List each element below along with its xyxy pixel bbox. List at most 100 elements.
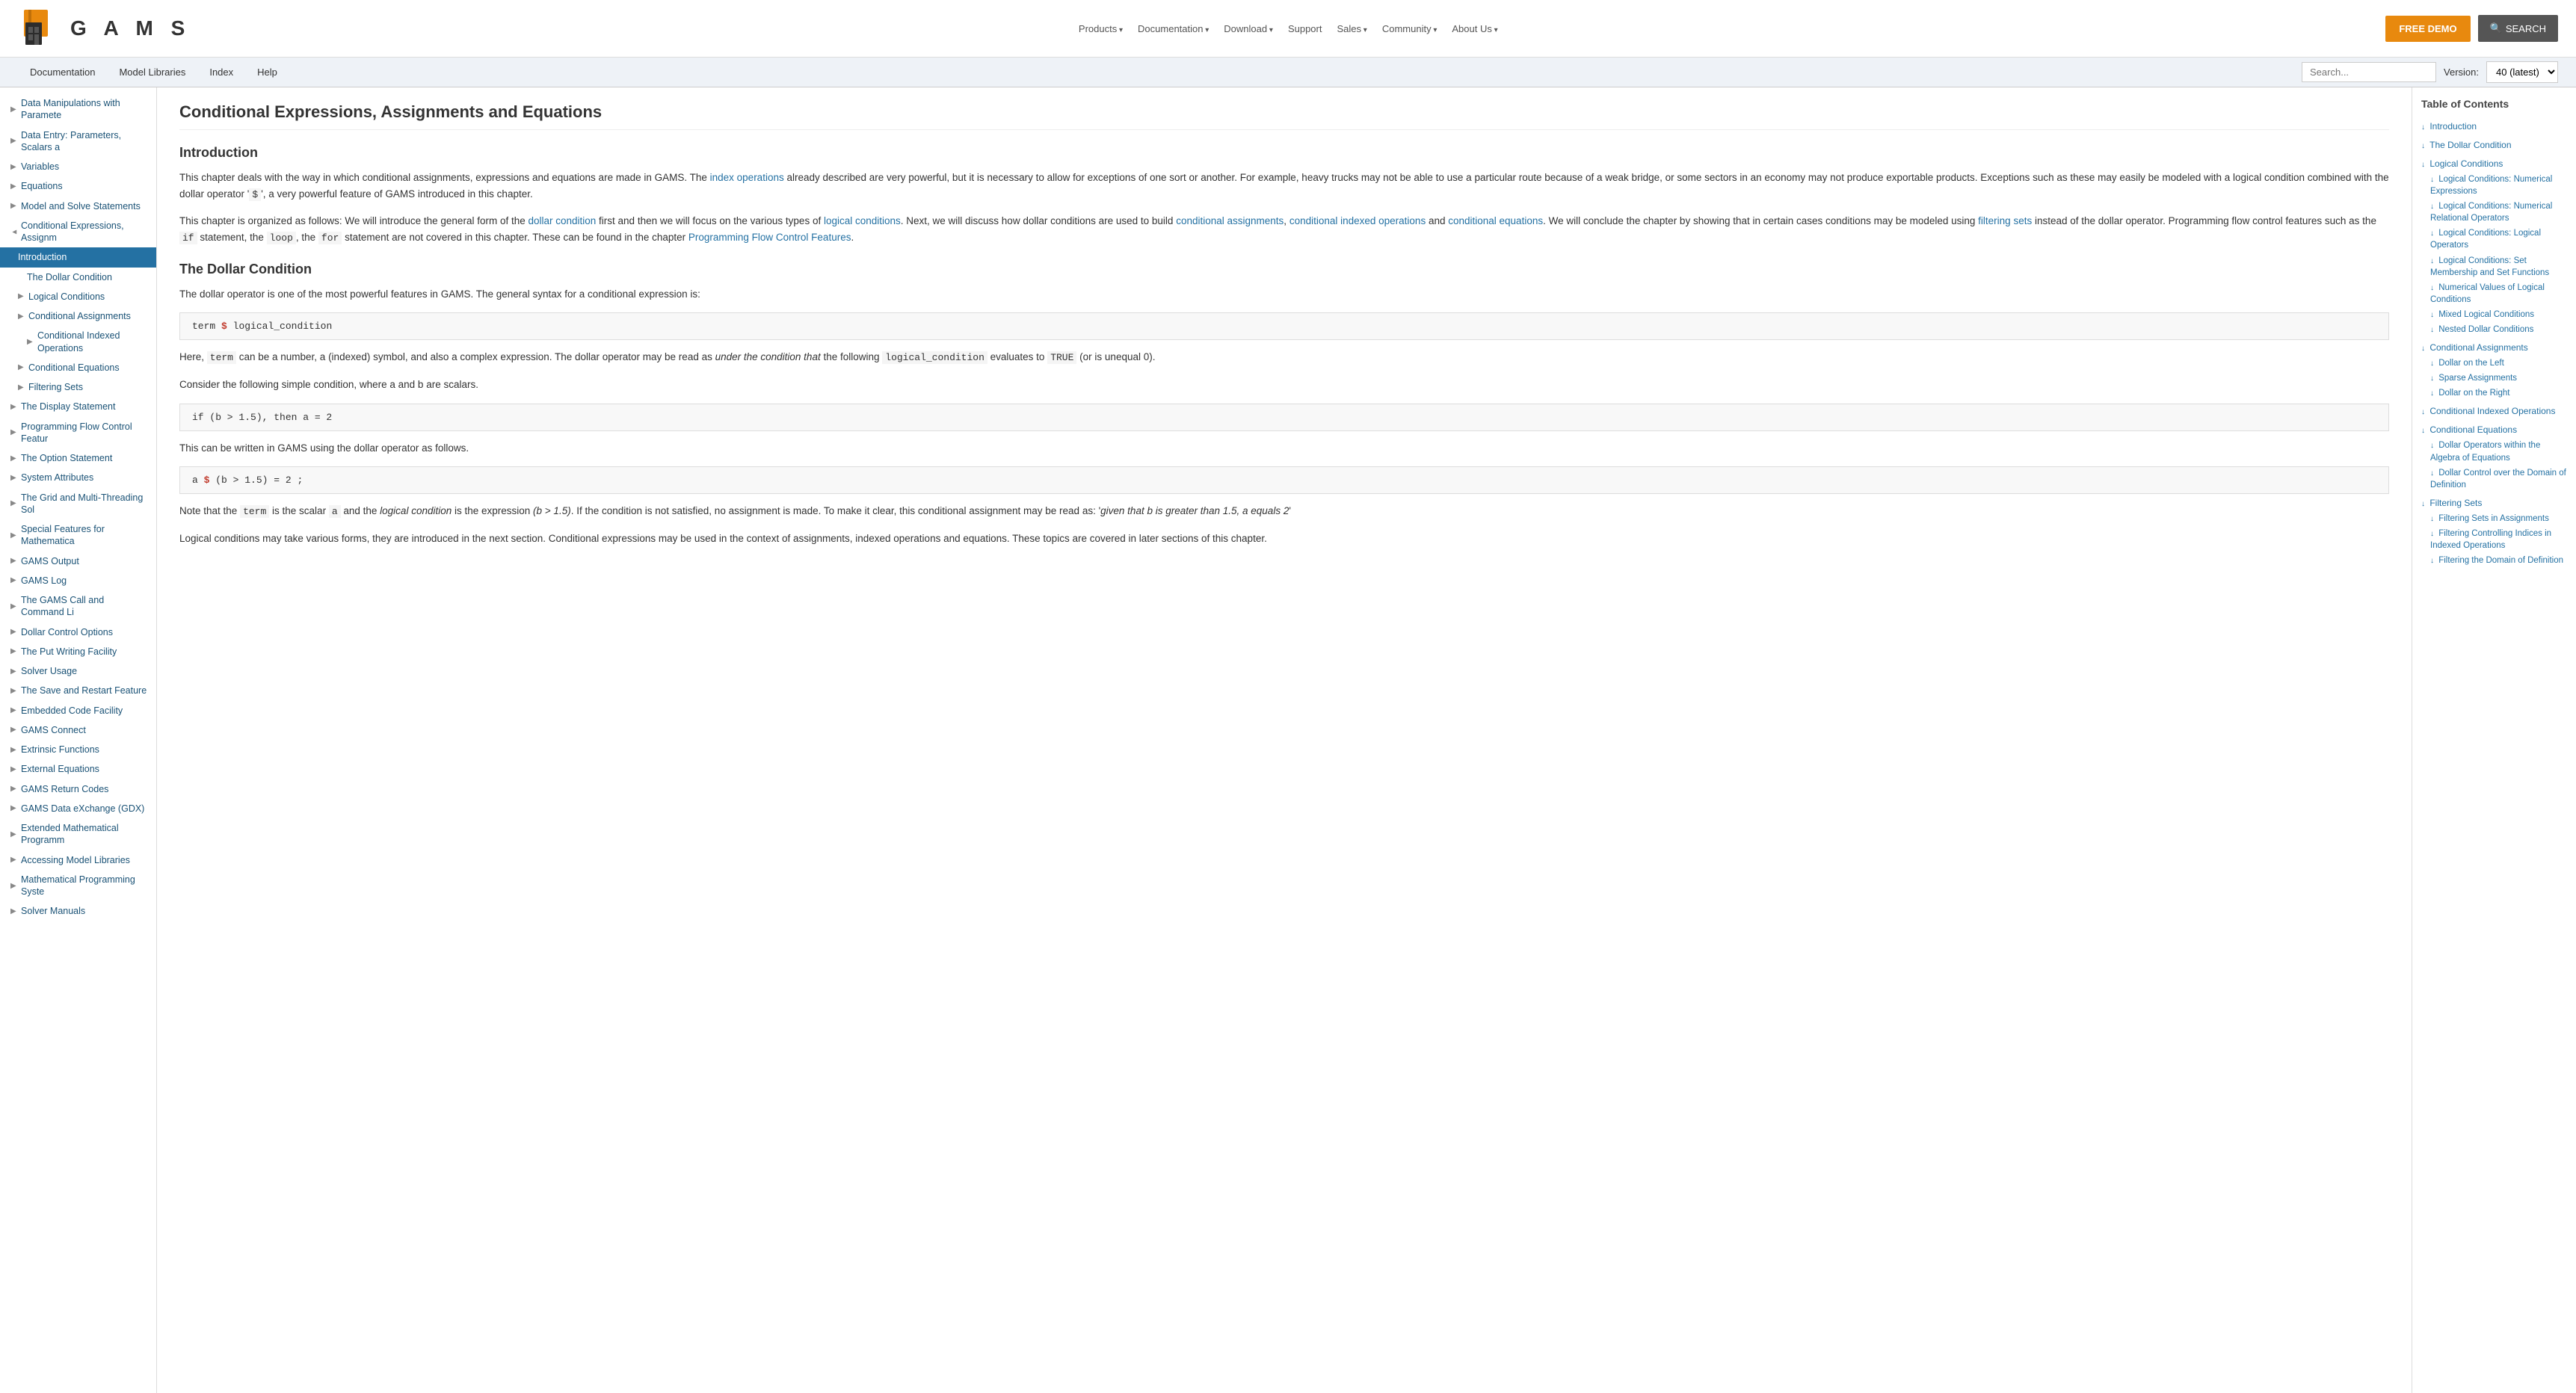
arrow-open-icon: ▼ [10,228,19,235]
sidebar-item-gams-connect[interactable]: ▶ GAMS Connect [0,720,156,740]
nav-community[interactable]: Community [1382,23,1438,34]
sidebar-item-gams-call[interactable]: ▶ The GAMS Call and Command Li [0,590,156,623]
search-icon: 🔍 [2490,22,2502,34]
sidebar-item-gdx[interactable]: ▶ GAMS Data eXchange (GDX) [0,799,156,818]
toc-logical-conditions: ↓ Logical Conditions ↓ Logical Condition… [2421,156,2567,337]
sidebar-item-gams-output[interactable]: ▶ GAMS Output [0,552,156,571]
link-dollar-condition[interactable]: dollar condition [528,215,596,226]
sidebar-item-data-manipulations[interactable]: ▶ Data Manipulations with Paramete [0,93,156,126]
toc-conditional-assignments: ↓ Conditional Assignments ↓ Dollar on th… [2421,340,2567,401]
sidebar-item-label: External Equations [21,763,99,775]
sidebar-item-system-attributes[interactable]: ▶ System Attributes [0,468,156,487]
nav-support[interactable]: Support [1288,23,1322,34]
toc-arrow-icon: ↓ [2430,326,2434,334]
search-button[interactable]: 🔍 SEARCH [2478,15,2558,42]
sidebar-item-variables[interactable]: ▶ Variables [0,157,156,176]
toc-link-dollar-domain[interactable]: ↓ Dollar Control over the Domain of Defi… [2421,466,2567,492]
sidebar-item-data-entry[interactable]: ▶ Data Entry: Parameters, Scalars a [0,126,156,158]
toc-link-dollar-left[interactable]: ↓ Dollar on the Left [2421,356,2567,371]
toc-link-cond-equations[interactable]: ↓ Conditional Equations [2421,422,2567,438]
sidebar-item-label: Logical Conditions [28,291,105,303]
sidebar-item-conditional-expr[interactable]: ▼ Conditional Expressions, Assignm [0,216,156,248]
free-demo-button[interactable]: FREE DEMO [2385,16,2470,42]
sec-nav-documentation[interactable]: Documentation [18,58,107,87]
toc-link-introduction[interactable]: ↓ Introduction [2421,119,2567,135]
sidebar-item-equations[interactable]: ▶ Equations [0,176,156,196]
nav-documentation[interactable]: Documentation [1138,23,1209,34]
link-conditional-equations[interactable]: conditional equations [1448,215,1543,226]
sidebar-item-option-statement[interactable]: ▶ The Option Statement [0,448,156,468]
sidebar-item-label: Variables [21,161,59,173]
toc-link-filtering-domain[interactable]: ↓ Filtering the Domain of Definition [2421,553,2567,568]
sidebar-item-dollar-condition[interactable]: The Dollar Condition [0,268,156,287]
toc-cond-equations: ↓ Conditional Equations ↓ Dollar Operato… [2421,422,2567,492]
sidebar-item-dollar-control[interactable]: ▶ Dollar Control Options [0,623,156,642]
sidebar-item-save-restart[interactable]: ▶ The Save and Restart Feature [0,681,156,700]
sidebar-item-model-solve[interactable]: ▶ Model and Solve Statements [0,197,156,216]
nav-sales[interactable]: Sales [1337,23,1366,34]
sidebar-item-accessing-model[interactable]: ▶ Accessing Model Libraries [0,850,156,870]
sidebar-item-math-programming[interactable]: ▶ Mathematical Programming Syste [0,870,156,902]
toc-link-logical-conditions[interactable]: ↓ Logical Conditions [2421,156,2567,172]
sidebar-item-display-statement[interactable]: ▶ The Display Statement [0,397,156,416]
sidebar-item-embedded-code[interactable]: ▶ Embedded Code Facility [0,701,156,720]
arrow-icon: ▶ [10,427,18,437]
sidebar-item-conditional-equations[interactable]: ▶ Conditional Equations [0,358,156,377]
sidebar-item-external-equations[interactable]: ▶ External Equations [0,759,156,779]
link-index-operations[interactable]: index operations [710,172,784,183]
main-layout: ▶ Data Manipulations with Paramete ▶ Dat… [0,87,2576,1393]
toc-link-lc-numerical-expr[interactable]: ↓ Logical Conditions: Numerical Expressi… [2421,172,2567,199]
link-filtering-sets[interactable]: filtering sets [1978,215,2032,226]
link-logical-conditions[interactable]: logical conditions [824,215,901,226]
toc-link-lc-set-membership[interactable]: ↓ Logical Conditions: Set Membership and… [2421,253,2567,280]
sec-nav-index[interactable]: Index [197,58,245,87]
link-conditional-assignments[interactable]: conditional assignments [1176,215,1284,226]
link-conditional-indexed-ops[interactable]: conditional indexed operations [1289,215,1426,226]
sidebar-item-programming-flow[interactable]: ▶ Programming Flow Control Featur [0,417,156,449]
toc-link-dollar-algebra[interactable]: ↓ Dollar Operators within the Algebra of… [2421,438,2567,465]
toc-arrow-icon: ↓ [2421,500,2425,508]
nav-products[interactable]: Products [1079,23,1123,34]
toc-link-nested-dollar[interactable]: ↓ Nested Dollar Conditions [2421,322,2567,337]
toc-link-cond-indexed-ops[interactable]: ↓ Conditional Indexed Operations [2421,404,2567,419]
sidebar-item-conditional-indexed-ops[interactable]: ▶ Conditional Indexed Operations [0,326,156,358]
dollar-paragraph-5: Note that the term is the scalar a and t… [179,503,2389,520]
toc-link-numerical-values[interactable]: ↓ Numerical Values of Logical Conditions [2421,280,2567,307]
toc-link-lc-numerical-rel[interactable]: ↓ Logical Conditions: Numerical Relation… [2421,199,2567,226]
doc-search-input[interactable] [2302,62,2436,82]
toc-arrow-icon: ↓ [2430,311,2434,319]
sidebar-item-solver-manuals[interactable]: ▶ Solver Manuals [0,901,156,921]
sidebar-item-return-codes[interactable]: ▶ GAMS Return Codes [0,779,156,799]
sidebar-item-solver-usage[interactable]: ▶ Solver Usage [0,661,156,681]
sidebar-item-conditional-assignments[interactable]: ▶ Conditional Assignments [0,306,156,326]
toc-link-mixed-logical[interactable]: ↓ Mixed Logical Conditions [2421,307,2567,322]
sidebar-item-extrinsic[interactable]: ▶ Extrinsic Functions [0,740,156,759]
sidebar-item-extended-math[interactable]: ▶ Extended Mathematical Programm [0,818,156,850]
toc-link-sparse-assignments[interactable]: ↓ Sparse Assignments [2421,371,2567,386]
toc-link-filtering-sets[interactable]: ↓ Filtering Sets [2421,495,2567,511]
toc-link-filtering-controlling[interactable]: ↓ Filtering Controlling Indices in Index… [2421,526,2567,553]
sidebar-item-grid-threading[interactable]: ▶ The Grid and Multi-Threading Sol [0,488,156,520]
nav-about-us[interactable]: About Us [1452,23,1497,34]
toc-arrow-icon: ↓ [2430,284,2434,292]
version-select[interactable]: 40 (latest) [2486,61,2558,83]
nav-download[interactable]: Download [1224,23,1273,34]
link-programming-flow[interactable]: Programming Flow Control Features [688,232,851,243]
sidebar-item-label: Programming Flow Control Featur [21,421,149,445]
sec-nav-model-libraries[interactable]: Model Libraries [107,58,197,87]
toc-link-cond-assignments[interactable]: ↓ Conditional Assignments [2421,340,2567,356]
sidebar-item-special-features[interactable]: ▶ Special Features for Mathematica [0,519,156,552]
sidebar-item-put-writing[interactable]: ▶ The Put Writing Facility [0,642,156,661]
sidebar-item-introduction[interactable]: Introduction [0,247,156,267]
sec-nav-help[interactable]: Help [245,58,289,87]
arrow-icon: ▶ [10,667,18,676]
sidebar-item-logical-conditions[interactable]: ▶ Logical Conditions [0,287,156,306]
toc-link-dollar-condition[interactable]: ↓ The Dollar Condition [2421,138,2567,153]
toc-arrow-icon: ↓ [2421,427,2425,435]
toc-link-lc-logical-ops[interactable]: ↓ Logical Conditions: Logical Operators [2421,226,2567,253]
sidebar-item-filtering-sets[interactable]: ▶ Filtering Sets [0,377,156,397]
code-term-p5: term [240,505,269,518]
sidebar-item-gams-log[interactable]: ▶ GAMS Log [0,571,156,590]
toc-link-filtering-assignments[interactable]: ↓ Filtering Sets in Assignments [2421,511,2567,526]
toc-link-dollar-right[interactable]: ↓ Dollar on the Right [2421,386,2567,401]
